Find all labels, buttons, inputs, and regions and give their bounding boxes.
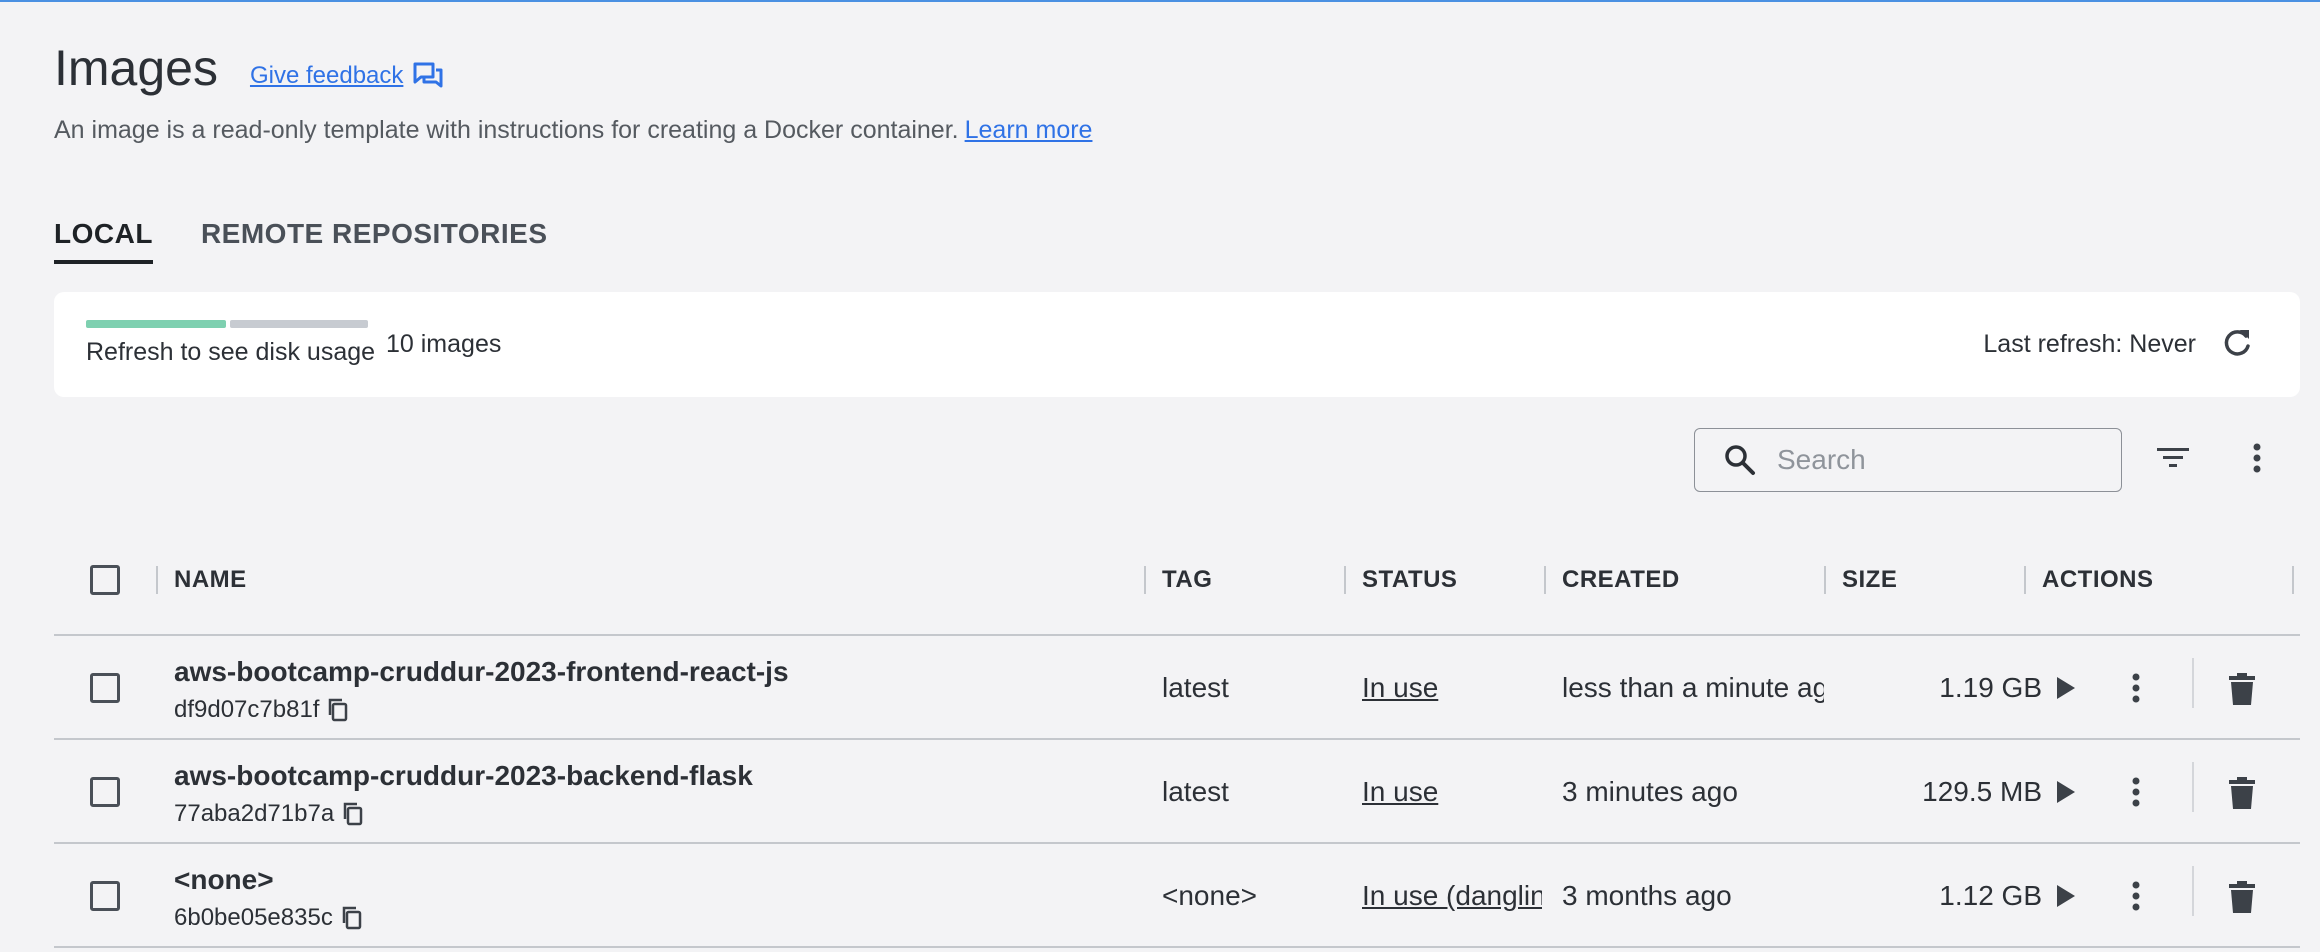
search-box[interactable] [1694, 428, 2122, 492]
row-checkbox[interactable] [90, 673, 120, 703]
image-name[interactable]: aws-bootcamp-cruddur-2023-frontend-react… [174, 656, 789, 688]
give-feedback-label[interactable]: Give feedback [250, 62, 403, 90]
table-row[interactable]: <none> 6b0be05e835c <none> In use (dangl… [54, 844, 2300, 948]
disk-used-segment [86, 320, 226, 328]
run-button[interactable] [2054, 674, 2078, 707]
trash-icon [2229, 673, 2255, 705]
column-divider[interactable] [1144, 566, 1146, 594]
give-feedback-link[interactable]: Give feedback [250, 62, 443, 90]
image-id-text: 6b0be05e835c [174, 904, 333, 931]
select-all-checkbox[interactable] [90, 565, 120, 595]
image-id-text: 77aba2d71b7a [174, 800, 335, 827]
refresh-icon [2224, 330, 2250, 356]
page-title: Images [54, 40, 218, 96]
image-name[interactable]: <none> [174, 864, 274, 896]
image-tag: latest [1162, 776, 1229, 807]
copy-icon[interactable] [341, 906, 363, 930]
image-created: 3 minutes ago [1562, 776, 1738, 807]
search-icon [1725, 445, 1755, 475]
trash-icon [2229, 777, 2255, 809]
image-size: 1.12 GB [1939, 880, 2042, 911]
image-count: 10 images [386, 330, 502, 358]
table-header: NAME TAG STATUS CREATED SIZE ACTIONS [54, 548, 2300, 636]
play-icon [2057, 781, 2075, 803]
page-header: Images Give feedback [54, 38, 443, 98]
image-id: 77aba2d71b7a [174, 800, 364, 828]
search-input[interactable] [1777, 444, 2097, 476]
image-status-link[interactable]: In use [1362, 776, 1542, 808]
column-divider[interactable] [2024, 566, 2026, 594]
trash-icon [2229, 881, 2255, 913]
disk-usage-card: Refresh to see disk usage 10 images Last… [54, 292, 2300, 397]
image-size: 129.5 MB [1922, 776, 2042, 807]
image-status-link[interactable]: In use (dangling) [1362, 880, 1542, 912]
feedback-icon [413, 62, 443, 88]
table-row[interactable]: aws-bootcamp-cruddur-2023-frontend-react… [54, 636, 2300, 740]
run-button[interactable] [2054, 882, 2078, 915]
image-created: less than a minute ago [1562, 672, 1824, 703]
more-vertical-icon [2253, 443, 2261, 473]
actions-divider [2192, 762, 2194, 812]
tab-local[interactable]: LOCAL [54, 218, 153, 264]
page-description: An image is a read-only template with in… [54, 116, 1092, 145]
delete-button[interactable] [2228, 672, 2256, 711]
learn-more-link[interactable]: Learn more [965, 116, 1093, 144]
copy-icon[interactable] [342, 802, 364, 826]
copy-icon[interactable] [327, 698, 349, 722]
image-id: 6b0be05e835c [174, 904, 363, 932]
disk-usage-label: Refresh to see disk usage [86, 338, 376, 366]
delete-button[interactable] [2228, 776, 2256, 815]
tab-remote-repositories[interactable]: REMOTE REPOSITORIES [201, 218, 548, 264]
play-icon [2057, 677, 2075, 699]
image-id: df9d07c7b81f [174, 696, 349, 724]
tab-bar: LOCAL REMOTE REPOSITORIES [54, 218, 596, 264]
image-tag: <none> [1162, 880, 1257, 911]
image-name[interactable]: aws-bootcamp-cruddur-2023-backend-flask [174, 760, 753, 792]
column-divider[interactable] [1544, 566, 1546, 594]
description-text: An image is a read-only template with in… [54, 116, 959, 144]
column-header-size[interactable]: SIZE [1842, 548, 1897, 612]
image-size: 1.19 GB [1939, 672, 2042, 703]
run-button[interactable] [2054, 778, 2078, 811]
image-id-text: df9d07c7b81f [174, 696, 320, 723]
disk-usage-bar [86, 320, 368, 328]
column-header-status[interactable]: STATUS [1362, 548, 1457, 612]
actions-divider [2192, 866, 2194, 916]
row-more-button[interactable] [2130, 880, 2142, 917]
column-divider[interactable] [1824, 566, 1826, 594]
table-row[interactable]: aws-bootcamp-cruddur-2023-backend-flask … [54, 740, 2300, 844]
row-checkbox[interactable] [90, 777, 120, 807]
images-table: NAME TAG STATUS CREATED SIZE ACTIONS aws… [54, 548, 2300, 948]
filter-button[interactable] [2156, 446, 2190, 475]
delete-button[interactable] [2228, 880, 2256, 919]
actions-divider [2192, 658, 2194, 708]
more-vertical-icon [2132, 777, 2140, 807]
row-checkbox[interactable] [90, 881, 120, 911]
more-vertical-icon [2132, 881, 2140, 911]
column-header-tag[interactable]: TAG [1162, 548, 1212, 612]
more-vertical-icon [2132, 673, 2140, 703]
row-more-button[interactable] [2130, 672, 2142, 709]
row-more-button[interactable] [2130, 776, 2142, 813]
more-options-button[interactable] [2250, 442, 2264, 479]
disk-free-segment [230, 320, 368, 328]
column-divider[interactable] [1344, 566, 1346, 594]
filter-icon [2157, 448, 2189, 467]
column-header-created[interactable]: CREATED [1562, 548, 1680, 612]
column-divider[interactable] [156, 566, 158, 594]
image-created: 3 months ago [1562, 880, 1732, 911]
image-tag: latest [1162, 672, 1229, 703]
play-icon [2057, 885, 2075, 907]
column-header-actions: ACTIONS [2042, 566, 2154, 593]
image-status-link[interactable]: In use [1362, 672, 1542, 704]
column-divider[interactable] [2292, 566, 2294, 594]
refresh-button[interactable] [2220, 326, 2254, 365]
last-refresh-text: Last refresh: Never [1983, 330, 2196, 358]
column-header-name[interactable]: NAME [174, 548, 247, 612]
